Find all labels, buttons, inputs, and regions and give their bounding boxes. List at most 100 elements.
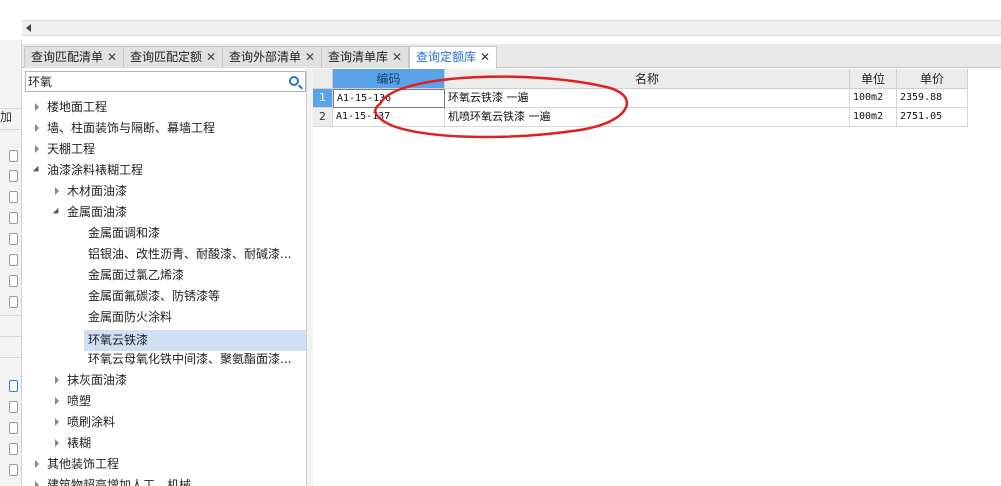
tab-query-list-library[interactable]: 查询清单库 ✕ bbox=[321, 46, 410, 68]
tree-item[interactable]: 其他装饰工程 bbox=[33, 454, 119, 475]
tree-item[interactable]: 天棚工程 bbox=[33, 139, 95, 160]
expand-arrow-icon[interactable] bbox=[35, 144, 39, 153]
tree-item[interactable]: 金属面氟碳漆、防锈漆等 bbox=[88, 286, 220, 307]
tree-item-label: 环氧云母氧化铁中间漆、聚氨酯面漆... bbox=[88, 352, 292, 366]
tree-item-label: 金属面防火涂料 bbox=[88, 310, 173, 324]
tree-item-selected[interactable]: 环氧云铁漆 bbox=[84, 330, 306, 351]
collapse-arrow-icon[interactable] bbox=[32, 165, 42, 174]
quota-results-grid: 编码 名称 单位 单价 1 A1-15-136 环氧云铁漆 一遍 100m2 2… bbox=[313, 69, 1001, 486]
tree-item-label: 油漆涂料裱糊工程 bbox=[47, 163, 144, 177]
tree-item[interactable]: 环氧云母氧化铁中间漆、聚氨酯面漆... bbox=[88, 349, 291, 370]
left-side-strip: 加 bbox=[0, 40, 22, 486]
column-header-code[interactable]: 编码 bbox=[333, 69, 445, 89]
close-icon[interactable]: ✕ bbox=[107, 47, 117, 68]
expand-arrow-icon[interactable] bbox=[55, 417, 59, 426]
tab-query-matched-quota[interactable]: 查询匹配定额 ✕ bbox=[123, 46, 224, 68]
expand-arrow-icon[interactable] bbox=[55, 438, 59, 447]
close-icon[interactable]: ✕ bbox=[206, 47, 216, 68]
cell-name[interactable]: 机喷环氧云铁漆 一遍 bbox=[445, 108, 850, 127]
tree-item[interactable]: 铝银油、改性沥青、耐酸漆、耐碱漆... bbox=[88, 244, 291, 265]
strip-checkbox[interactable] bbox=[9, 380, 18, 392]
expand-arrow-icon[interactable] bbox=[35, 459, 39, 468]
expand-arrow-icon[interactable] bbox=[55, 396, 59, 405]
app-window: 加 查询匹配清单 ✕ 查询匹配定额 ✕ 查询外部清单 ✕ 查询清单库 ✕ 查询定… bbox=[0, 0, 1001, 486]
tab-label: 查询匹配清单 bbox=[31, 50, 104, 64]
tree-item-label: 天棚工程 bbox=[47, 142, 96, 156]
tree-item-label: 环氧云铁漆 bbox=[88, 333, 149, 347]
search-icon[interactable] bbox=[289, 76, 299, 86]
strip-checkbox[interactable] bbox=[9, 275, 18, 287]
tab-query-external-list[interactable]: 查询外部清单 ✕ bbox=[222, 46, 323, 68]
collapse-arrow-icon[interactable] bbox=[52, 207, 62, 216]
tree-item[interactable]: 金属面过氯乙烯漆 bbox=[88, 265, 184, 286]
horizontal-scrollbar[interactable] bbox=[22, 20, 1001, 36]
strip-divider bbox=[0, 336, 22, 337]
tree-item[interactable]: 油漆涂料裱糊工程 bbox=[32, 160, 144, 181]
tree-item-label: 金属面油漆 bbox=[67, 205, 128, 219]
expand-arrow-icon[interactable] bbox=[35, 480, 39, 486]
tree-item[interactable]: 建筑物超高增加人工、机械 bbox=[33, 475, 191, 486]
tree-item[interactable]: 金属面调和漆 bbox=[88, 223, 160, 244]
cell-unit[interactable]: 100m2 bbox=[850, 108, 897, 127]
column-header-unit[interactable]: 单位 bbox=[850, 69, 897, 89]
tree-item-label: 木材面油漆 bbox=[67, 184, 128, 198]
strip-checkbox[interactable] bbox=[9, 401, 18, 413]
table-row[interactable]: 2 A1-15-137 机喷环氧云铁漆 一遍 100m2 2751.05 bbox=[313, 108, 968, 127]
tree-item[interactable]: 金属面油漆 bbox=[52, 202, 128, 223]
strip-divider bbox=[0, 315, 22, 316]
column-header-price[interactable]: 单价 bbox=[897, 69, 968, 89]
strip-checkbox[interactable] bbox=[9, 170, 18, 182]
strip-checkbox[interactable] bbox=[9, 191, 18, 203]
tree-item-label: 喷塑 bbox=[67, 394, 92, 408]
strip-checkbox[interactable] bbox=[9, 212, 18, 224]
cell-price[interactable]: 2751.05 bbox=[897, 108, 968, 127]
tree-item[interactable]: 木材面油漆 bbox=[53, 181, 127, 202]
cell-unit[interactable]: 100m2 bbox=[850, 89, 897, 108]
cell-price[interactable]: 2359.88 bbox=[897, 89, 968, 108]
tab-label: 查询定额库 bbox=[416, 50, 477, 64]
strip-checkbox[interactable] bbox=[9, 150, 18, 162]
strip-checkbox[interactable] bbox=[9, 464, 18, 476]
expand-arrow-icon[interactable] bbox=[55, 375, 59, 384]
tree-item-label: 喷刷涂料 bbox=[67, 415, 116, 429]
tree-item[interactable]: 楼地面工程 bbox=[33, 97, 107, 118]
close-icon[interactable]: ✕ bbox=[305, 47, 315, 68]
tree-item-label: 铝银油、改性沥青、耐酸漆、耐碱漆... bbox=[88, 247, 292, 261]
expand-arrow-icon[interactable] bbox=[55, 186, 59, 195]
tab-label: 查询匹配定额 bbox=[130, 50, 203, 64]
expand-arrow-icon[interactable] bbox=[35, 123, 39, 132]
cell-code[interactable]: A1-15-137 bbox=[333, 108, 445, 127]
tree-item[interactable]: 金属面防火涂料 bbox=[88, 307, 172, 328]
strip-checkbox[interactable] bbox=[9, 422, 18, 434]
strip-checkbox[interactable] bbox=[9, 296, 18, 308]
expand-arrow-icon[interactable] bbox=[35, 102, 39, 111]
tab-query-quota-library[interactable]: 查询定额库 ✕ bbox=[409, 46, 498, 69]
tree-item-label: 抹灰面油漆 bbox=[67, 373, 128, 387]
strip-divider bbox=[0, 129, 22, 130]
tree-item[interactable]: 喷刷涂料 bbox=[53, 412, 115, 433]
search-box bbox=[25, 71, 306, 92]
close-icon[interactable]: ✕ bbox=[392, 47, 402, 68]
tree-item-label: 金属面过氯乙烯漆 bbox=[88, 268, 185, 282]
close-icon[interactable]: ✕ bbox=[480, 47, 490, 68]
row-number: 2 bbox=[313, 108, 333, 127]
table-row[interactable]: 1 A1-15-136 环氧云铁漆 一遍 100m2 2359.88 bbox=[313, 89, 968, 108]
tree-item-label: 金属面调和漆 bbox=[88, 226, 161, 240]
column-header-name[interactable]: 名称 bbox=[445, 69, 850, 89]
tree-item-label: 其他装饰工程 bbox=[47, 457, 120, 471]
strip-checkbox[interactable] bbox=[9, 254, 18, 266]
tree-item[interactable]: 抹灰面油漆 bbox=[53, 370, 127, 391]
tree-item[interactable]: 裱糊 bbox=[53, 433, 91, 454]
top-area bbox=[0, 0, 1001, 40]
cell-name[interactable]: 环氧云铁漆 一遍 bbox=[445, 89, 850, 108]
tree-item[interactable]: 喷塑 bbox=[53, 391, 91, 412]
tree-item-label: 墙、柱面装饰与隔断、幕墙工程 bbox=[47, 121, 216, 135]
tree-item-label: 楼地面工程 bbox=[47, 100, 108, 114]
cell-code[interactable]: A1-15-136 bbox=[333, 89, 445, 108]
tab-query-matched-list[interactable]: 查询匹配清单 ✕ bbox=[24, 46, 125, 68]
search-input[interactable] bbox=[28, 73, 278, 90]
strip-checkbox[interactable] bbox=[9, 443, 18, 455]
strip-checkbox[interactable] bbox=[9, 233, 18, 245]
tree-item[interactable]: 墙、柱面装饰与隔断、幕墙工程 bbox=[33, 118, 215, 139]
scroll-left-arrow-icon[interactable] bbox=[26, 24, 31, 32]
